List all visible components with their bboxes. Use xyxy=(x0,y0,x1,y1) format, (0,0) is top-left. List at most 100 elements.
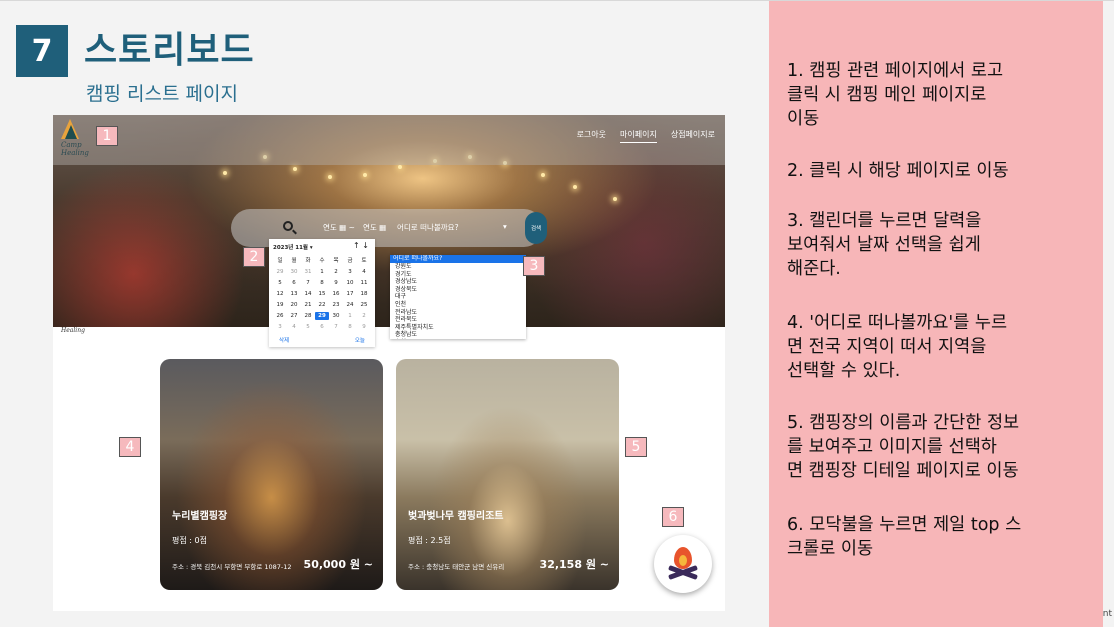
calendar-day[interactable]: 12 xyxy=(273,290,287,298)
region-option[interactable]: 충청남도 xyxy=(390,331,526,339)
note-6: 6. 모닥불을 누르면 제일 top 스 크롤로 이동 xyxy=(787,515,1022,559)
calendar-footer: 삭제 오늘 xyxy=(269,336,375,344)
nav-logout[interactable]: 로그아웃 xyxy=(577,129,606,143)
calendar-day[interactable]: 9 xyxy=(357,323,371,331)
calendar-day[interactable]: 4 xyxy=(287,323,301,331)
calendar-day[interactable]: 13 xyxy=(287,290,301,298)
calendar-day[interactable]: 14 xyxy=(301,290,315,298)
nav-links: 로그아웃 마이페이지 상점페이지로 xyxy=(577,129,715,143)
marker-4: 4 xyxy=(119,437,141,457)
calendar-day[interactable]: 9 xyxy=(329,279,343,287)
healing-tag: Healing xyxy=(61,327,85,334)
calendar-day[interactable]: 30 xyxy=(329,312,343,320)
edge-text: nt xyxy=(1102,609,1112,619)
region-option-placeholder[interactable]: 어디로 떠나볼까요? xyxy=(390,255,526,263)
calendar-day[interactable]: 2 xyxy=(329,268,343,276)
note-1: 1. 캠핑 관련 페이지에서 로고 클릭 시 캠핑 메인 페이지로 이동 xyxy=(787,61,1004,129)
note-4: 4. '어디로 떠나볼까요'를 누르 면 전국 지역이 떠서 지역을 선택할 수… xyxy=(787,313,1008,381)
calendar-day[interactable]: 18 xyxy=(357,290,371,298)
region-option[interactable]: 전라북도 xyxy=(390,316,526,324)
calendar-weekday: 화 xyxy=(305,258,311,264)
camp-address: 주소 : 경북 김천시 부항면 부항로 1087-12 xyxy=(172,563,292,571)
logo[interactable]: Camp Healing xyxy=(59,119,89,163)
calendar-day[interactable]: 17 xyxy=(343,290,357,298)
date-picker: 2023년 11월 ▾ ↑ ↓ 일 월 화 수 목 금 토 29 30 31 1 2 3 4 5 6 7 8 9 10… xyxy=(269,239,375,347)
nav-shop[interactable]: 상점페이지로 xyxy=(671,129,715,143)
camp-card-1[interactable]: 누리별캠핑장 평점 : 0점 주소 : 경북 김천시 부항면 부항로 1087-… xyxy=(160,359,383,590)
region-option[interactable]: 강원도 xyxy=(390,263,526,271)
camp-name: 누리별캠핑장 xyxy=(172,511,228,522)
calendar-day[interactable]: 25 xyxy=(357,301,371,309)
calendar-day[interactable]: 3 xyxy=(343,268,357,276)
logo-text: Camp Healing xyxy=(61,141,89,157)
calendar-clear-button[interactable]: 삭제 xyxy=(279,336,289,344)
marker-3: 3 xyxy=(523,256,545,276)
region-select[interactable]: 어디로 떠나볼까요? xyxy=(397,222,459,233)
camp-price: 50,000 원 ~ xyxy=(303,558,373,571)
calendar-day[interactable]: 8 xyxy=(343,323,357,331)
calendar-day[interactable]: 1 xyxy=(315,268,329,276)
calendar-nav-arrows[interactable]: ↑ ↓ xyxy=(353,241,369,250)
slide-title: 스토리보드 xyxy=(84,30,255,71)
checkout-date-field[interactable]: 연도 ▦ xyxy=(363,222,386,233)
calendar-day[interactable]: 3 xyxy=(273,323,287,331)
calendar-day[interactable]: 30 xyxy=(287,268,301,276)
region-option[interactable]: 경상남도 xyxy=(390,278,526,286)
chevron-down-icon: ▾ xyxy=(503,222,507,231)
calendar-day[interactable]: 4 xyxy=(357,268,371,276)
calendar-day[interactable]: 29 xyxy=(273,268,287,276)
calendar-day[interactable]: 8 xyxy=(315,279,329,287)
camp-rating: 평점 : 0점 xyxy=(172,536,207,545)
calendar-day[interactable]: 10 xyxy=(343,279,357,287)
calendar-day[interactable]: 22 xyxy=(315,301,329,309)
notes-panel: 1. 캠핑 관련 페이지에서 로고 클릭 시 캠핑 메인 페이지로 이동 2. … xyxy=(769,1,1103,627)
checkin-date-field[interactable]: 연도 ▦ ~ xyxy=(323,222,355,233)
calendar-weekday: 수 xyxy=(319,258,325,264)
calendar-day[interactable]: 7 xyxy=(329,323,343,331)
calendar-weekday: 월 xyxy=(291,258,297,264)
calendar-day[interactable]: 23 xyxy=(329,301,343,309)
calendar-day[interactable]: 24 xyxy=(343,301,357,309)
calendar-day[interactable]: 16 xyxy=(329,290,343,298)
note-5: 5. 캠핑장의 이름과 간단한 정보 를 보여주고 이미지를 선택하 면 캠핑장… xyxy=(787,413,1020,481)
region-option[interactable]: 경상북도 xyxy=(390,286,526,294)
calendar-day[interactable]: 28 xyxy=(301,312,315,320)
calendar-day[interactable]: 2 xyxy=(357,312,371,320)
calendar-day[interactable]: 7 xyxy=(301,279,315,287)
calendar-month[interactable]: 2023년 11월 ▾ xyxy=(273,243,313,251)
calendar-day[interactable]: 27 xyxy=(287,312,301,320)
logo-text-line1: Camp xyxy=(61,141,82,149)
calendar-day[interactable]: 31 xyxy=(301,268,315,276)
camp-price: 32,158 원 ~ xyxy=(539,558,609,571)
calendar-day[interactable]: 21 xyxy=(301,301,315,309)
note-2: 2. 클릭 시 해당 페이지로 이동 xyxy=(787,161,1009,181)
calendar-day[interactable]: 20 xyxy=(287,301,301,309)
region-dropdown: 어디로 떠나볼까요? 강원도 경기도 경상남도 경상북도 대구 인천 전라남도 전라북도 제주특별… xyxy=(390,255,526,339)
calendar-weekday: 금 xyxy=(347,258,353,264)
calendar-day[interactable]: 26 xyxy=(273,312,287,320)
region-option[interactable]: 대구 xyxy=(390,293,526,301)
calendar-day[interactable]: 1 xyxy=(343,312,357,320)
calendar-weekday: 일 xyxy=(277,258,283,264)
marker-5: 5 xyxy=(625,437,647,457)
top-nav-bar: Camp Healing 로그아웃 마이페이지 상점페이지로 xyxy=(53,115,725,165)
calendar-day[interactable]: 5 xyxy=(273,279,287,287)
calendar-day[interactable]: 5 xyxy=(301,323,315,331)
calendar-today-button[interactable]: 오늘 xyxy=(355,336,365,344)
scroll-top-button[interactable] xyxy=(654,535,712,593)
calendar-day[interactable]: 11 xyxy=(357,279,371,287)
calendar-day[interactable]: 15 xyxy=(315,290,329,298)
calendar-day[interactable]: 19 xyxy=(273,301,287,309)
region-option[interactable]: 인천 xyxy=(390,301,526,309)
calendar-day[interactable]: 6 xyxy=(315,323,329,331)
calendar-weekday: 목 xyxy=(333,258,339,264)
search-button[interactable]: 검색 xyxy=(525,212,547,244)
calendar-day[interactable]: 6 xyxy=(287,279,301,287)
marker-1: 1 xyxy=(96,126,118,146)
nav-mypage[interactable]: 마이페이지 xyxy=(620,129,657,143)
camp-name: 벚과벚나무 캠핑리조트 xyxy=(408,511,504,522)
logo-text-line2: Healing xyxy=(61,149,89,157)
calendar-day[interactable]: 29 xyxy=(315,312,329,320)
tent-logo-inner xyxy=(65,125,77,139)
camp-card-2[interactable]: 벚과벚나무 캠핑리조트 평점 : 2.5점 주소 : 충청남도 태안군 남면 신… xyxy=(396,359,619,590)
